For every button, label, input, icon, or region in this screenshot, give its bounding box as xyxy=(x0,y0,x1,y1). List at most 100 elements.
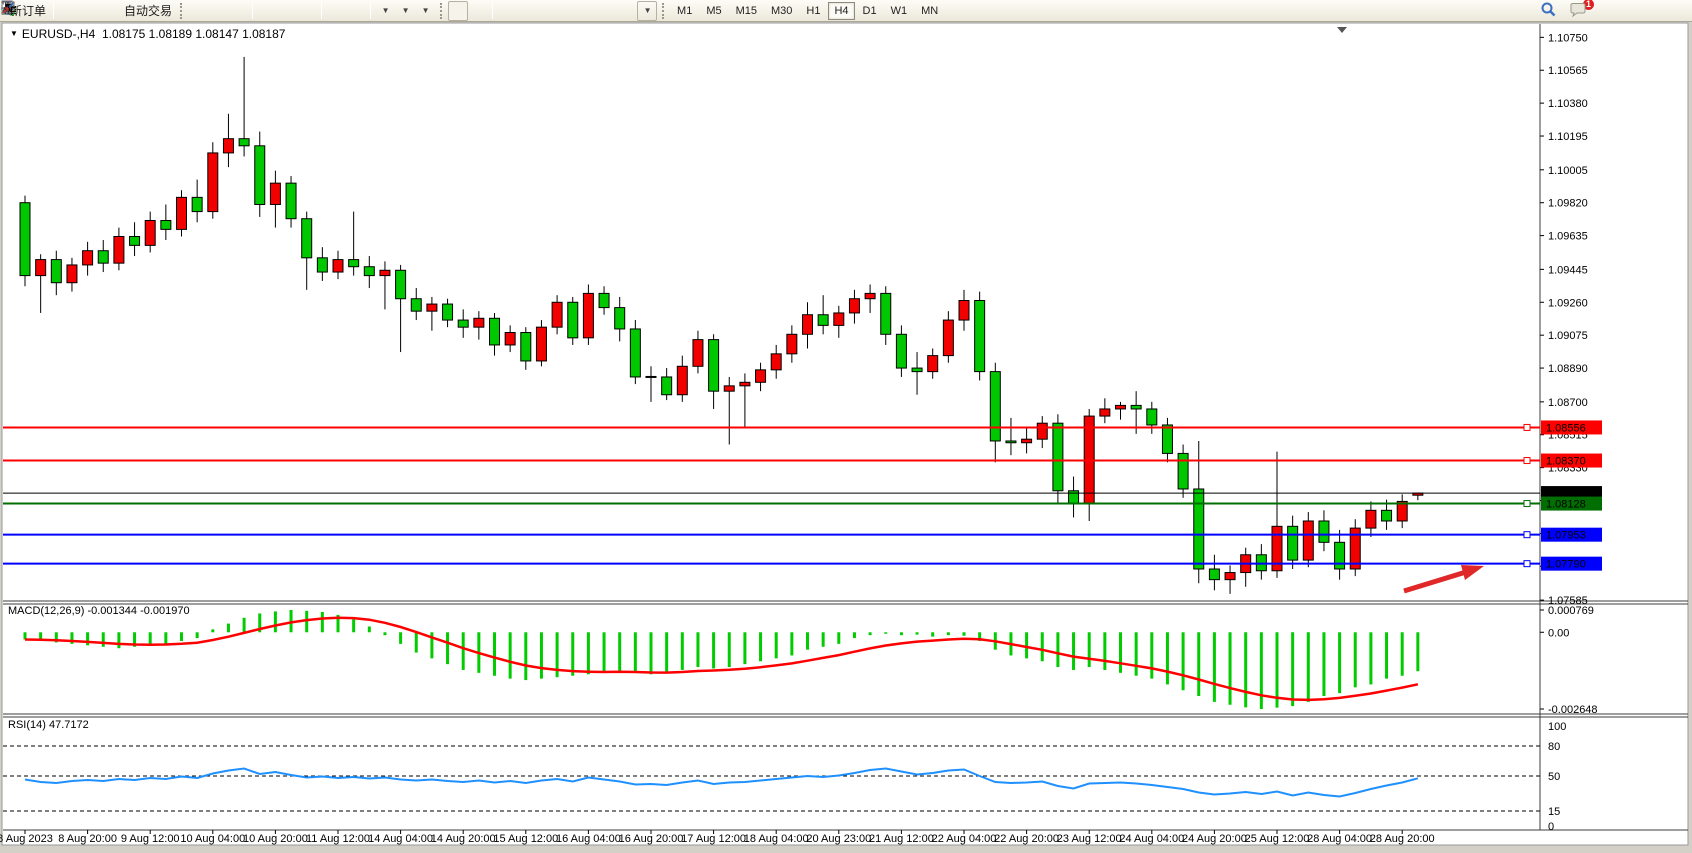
navigator-button[interactable] xyxy=(98,1,118,21)
toolbar-separator xyxy=(252,2,253,19)
price-line-label: 1.07790 xyxy=(1546,559,1586,571)
indicators-button[interactable]: ▼ xyxy=(375,1,395,21)
pointer-tool-button[interactable] xyxy=(448,1,468,21)
timeframe-group: M1M5M15M30H1H4D1W1MN xyxy=(670,2,945,20)
candle xyxy=(975,300,985,371)
timeframe-button-M5[interactable]: M5 xyxy=(700,2,727,20)
candle xyxy=(1209,569,1219,580)
candle xyxy=(693,340,703,367)
chart-shift-button[interactable] xyxy=(346,1,366,21)
channel-tool-button[interactable]: E xyxy=(557,1,577,21)
toolbar-separator xyxy=(321,2,322,19)
chart-menu-triangle-icon[interactable]: ▼ xyxy=(10,29,18,38)
candle xyxy=(239,139,249,146)
auto-trading-label: 自动交易 xyxy=(124,2,172,19)
timeframe-button-M1[interactable]: M1 xyxy=(671,2,698,20)
candle xyxy=(1288,526,1298,560)
candle xyxy=(145,220,155,245)
arrows-tool-button[interactable]: ▼ xyxy=(637,1,657,21)
date-label: 16 Aug 04:00 xyxy=(556,833,621,845)
candle xyxy=(1147,409,1157,425)
date-label: 23 Aug 12:00 xyxy=(1057,833,1122,845)
candle xyxy=(443,304,453,320)
periods-button[interactable]: ▼ xyxy=(395,1,415,21)
candle xyxy=(1131,405,1141,409)
data-window-button[interactable] xyxy=(78,1,98,21)
toolbar-drag-handle[interactable] xyxy=(662,3,665,19)
candle xyxy=(130,236,140,245)
candlestick-chart-button[interactable] xyxy=(208,1,228,21)
fibonacci-tool-button[interactable]: F xyxy=(577,1,597,21)
timeframe-button-W1[interactable]: W1 xyxy=(885,2,914,20)
toolbar-separator xyxy=(492,2,493,19)
text-tool-button[interactable]: A xyxy=(597,1,617,21)
vertical-line-tool-button[interactable] xyxy=(497,1,517,21)
auto-trading-button[interactable]: 自动交易 xyxy=(118,1,175,21)
price-tick-label: 1.10750 xyxy=(1548,32,1588,44)
price-line-handle[interactable] xyxy=(1524,458,1530,464)
horizontal-line-tool-button[interactable] xyxy=(517,1,537,21)
notifications-button[interactable]: 1 xyxy=(1568,1,1588,21)
price-tick-label: 1.10195 xyxy=(1548,131,1588,143)
candle xyxy=(583,293,593,337)
candle xyxy=(1194,489,1204,569)
line-chart-button[interactable] xyxy=(228,1,248,21)
price-tick-label: 1.10380 xyxy=(1548,98,1588,110)
date-label: 10 Aug 04:00 xyxy=(180,833,245,845)
candle xyxy=(1178,453,1188,489)
rsi-axis-label: 0 xyxy=(1548,821,1554,833)
bar-chart-button[interactable] xyxy=(188,1,208,21)
zoom-out-button[interactable] xyxy=(277,1,297,21)
price-line-handle[interactable] xyxy=(1524,561,1530,567)
price-line-handle[interactable] xyxy=(1524,424,1530,430)
candle xyxy=(286,183,296,219)
timeframe-button-H1[interactable]: H1 xyxy=(800,2,826,20)
auto-scroll-button[interactable] xyxy=(326,1,346,21)
candle xyxy=(740,382,750,386)
candle xyxy=(1022,439,1032,443)
toolbar-drag-handle[interactable] xyxy=(180,3,183,19)
trendline-tool-button[interactable] xyxy=(537,1,557,21)
rsi-indicator-label: RSI(14) 47.7172 xyxy=(8,719,89,731)
text-label-tool-button[interactable]: T xyxy=(617,1,637,21)
date-label: 16 Aug 20:00 xyxy=(619,833,684,845)
crosshair-tool-button[interactable] xyxy=(468,1,488,21)
candle xyxy=(677,366,687,394)
candle xyxy=(505,333,515,345)
candle xyxy=(568,302,578,338)
candle xyxy=(724,386,734,391)
periods-caret-icon: ▼ xyxy=(402,6,410,15)
chart-canvas[interactable]: 1.107501.105651.103801.101951.100051.098… xyxy=(0,0,1692,853)
candle xyxy=(255,146,265,205)
timeframe-button-MN[interactable]: MN xyxy=(915,2,944,20)
candle xyxy=(161,220,171,229)
arrows-caret-icon: ▼ xyxy=(644,6,652,15)
date-label: 22 Aug 04:00 xyxy=(932,833,997,845)
mt4-terminal: 新订单 自动交易 xyxy=(0,0,1692,853)
candle xyxy=(208,153,218,212)
toolbar-drag-handle[interactable] xyxy=(440,3,443,19)
candle xyxy=(630,329,640,377)
price-line-handle[interactable] xyxy=(1524,501,1530,507)
tile-windows-button[interactable] xyxy=(297,1,317,21)
templates-button[interactable]: ▼ xyxy=(415,1,435,21)
market-watch-button[interactable] xyxy=(58,1,78,21)
timeframe-button-M30[interactable]: M30 xyxy=(765,2,798,20)
toolbar-separator xyxy=(370,2,371,19)
price-tick-label: 1.08700 xyxy=(1548,397,1588,409)
zoom-in-button[interactable] xyxy=(257,1,277,21)
timeframe-button-M15[interactable]: M15 xyxy=(730,2,763,20)
candle xyxy=(1116,405,1126,409)
price-tick-label: 1.08890 xyxy=(1548,363,1588,375)
candle xyxy=(1382,510,1392,521)
candle xyxy=(380,270,390,275)
chart-title: ▼EURUSD-,H4 1.08175 1.08189 1.08147 1.08… xyxy=(10,27,285,41)
timeframe-button-H4[interactable]: H4 xyxy=(828,2,854,20)
date-label: 9 Aug 12:00 xyxy=(121,833,180,845)
search-button[interactable] xyxy=(1540,1,1560,21)
chart-ohlc-values: 1.08175 1.08189 1.08147 1.08187 xyxy=(102,27,286,41)
price-line-handle[interactable] xyxy=(1524,532,1530,538)
candle xyxy=(928,356,938,372)
timeframe-button-D1[interactable]: D1 xyxy=(857,2,883,20)
candle xyxy=(396,270,406,298)
